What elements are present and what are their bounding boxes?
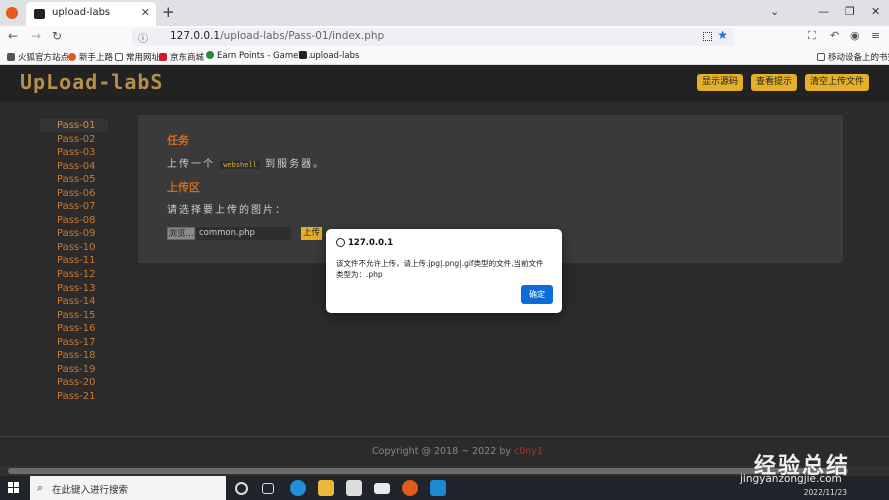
folder-icon: [115, 53, 123, 61]
sidebar-item-pass-11[interactable]: Pass-11: [40, 254, 108, 267]
minimize-icon[interactable]: —: [818, 5, 829, 18]
upload-labs-icon: [299, 51, 307, 59]
mobile-icon: [817, 53, 825, 61]
sidebar-item-pass-10[interactable]: Pass-10: [40, 241, 108, 254]
sidebar-item-pass-05[interactable]: Pass-05: [40, 173, 108, 186]
sidebar-item-pass-12[interactable]: Pass-12: [40, 268, 108, 281]
file-explorer-icon[interactable]: [318, 480, 334, 496]
address-bar[interactable]: ⓘ 127.0.0.1/upload-labs/Pass-01/index.ph…: [132, 28, 734, 46]
sidebar-item-pass-19[interactable]: Pass-19: [40, 363, 108, 376]
taskbar-date: 2022/11/23: [803, 488, 847, 497]
edge-icon[interactable]: [290, 480, 306, 496]
tab-favicon-icon: [34, 9, 45, 19]
browse-button[interactable]: 浏览...: [167, 227, 195, 240]
mail-icon[interactable]: [374, 483, 390, 494]
dialog-message: 该文件不允许上传，请上传.jpg|.png|.gif类型的文件,当前文件类型为：…: [336, 259, 544, 279]
tab-list-chevron-icon[interactable]: ⌄: [770, 5, 779, 18]
show-source-button[interactable]: 显示源码: [697, 74, 744, 91]
tab-title: upload-labs: [52, 7, 111, 18]
task-description: 上传一个 webshell 到服务器。: [167, 159, 326, 170]
menu-icon[interactable]: ≡: [871, 29, 880, 42]
forward-icon[interactable]: →: [31, 29, 41, 43]
pycharm-icon[interactable]: [430, 480, 446, 496]
bookmark-item[interactable]: upload-labs: [299, 51, 359, 61]
sidebar-item-pass-01[interactable]: Pass-01: [40, 119, 108, 132]
watermark-url: jingyanzongjie.com: [740, 473, 842, 485]
tab-close-icon[interactable]: ✕: [141, 6, 150, 19]
cortana-icon[interactable]: [235, 482, 248, 495]
clear-uploads-button[interactable]: 清空上传文件: [805, 74, 870, 91]
footer-divider: [0, 436, 889, 437]
folder-icon: [7, 53, 15, 61]
footer-copyright: Copyright @ 2018 ~ 2022 by c0ny1: [372, 446, 543, 457]
gamet-icon: [206, 51, 214, 59]
sidebar-item-pass-17[interactable]: Pass-17: [40, 336, 108, 349]
browser-tab[interactable]: upload-labs ✕: [26, 2, 156, 26]
sidebar-item-pass-20[interactable]: Pass-20: [40, 376, 108, 389]
webshell-code: webshell: [220, 161, 260, 169]
windows-start-icon[interactable]: [8, 482, 20, 494]
qr-code-icon[interactable]: [703, 32, 712, 41]
alert-dialog: 127.0.0.1 该文件不允许上传，请上传.jpg|.png|.gif类型的文…: [326, 229, 562, 313]
bookmark-star-icon[interactable]: ★: [717, 28, 728, 42]
new-tab-button[interactable]: +: [162, 3, 175, 21]
search-icon: ⌕: [37, 481, 44, 494]
sidebar-item-pass-06[interactable]: Pass-06: [40, 187, 108, 200]
sidebar-item-pass-16[interactable]: Pass-16: [40, 322, 108, 335]
upload-heading: 上传区: [167, 181, 200, 194]
bookmark-item[interactable]: 新手上路: [68, 51, 113, 63]
history-back-icon[interactable]: ↶: [830, 29, 839, 42]
sidebar-item-pass-02[interactable]: Pass-02: [40, 133, 108, 146]
search-placeholder: 在此键入进行搜索: [52, 485, 129, 496]
selected-file-name[interactable]: common.php: [196, 227, 291, 240]
restore-icon[interactable]: ❐: [845, 5, 855, 18]
site-logo[interactable]: UpLoad-labS: [20, 70, 163, 94]
jd-icon: [159, 53, 167, 61]
navigation-bar: ← → ↻ ⓘ 127.0.0.1/upload-labs/Pass-01/in…: [0, 26, 889, 48]
mobile-bookmarks[interactable]: 移动设备上的书签: [817, 51, 889, 63]
bookmark-item[interactable]: 京东商城: [159, 51, 204, 63]
sidebar-item-pass-21[interactable]: Pass-21: [40, 390, 108, 403]
reload-icon[interactable]: ↻: [52, 29, 62, 43]
sidebar-item-pass-13[interactable]: Pass-13: [40, 282, 108, 295]
sidebar-item-pass-08[interactable]: Pass-08: [40, 214, 108, 227]
upload-button[interactable]: 上传: [301, 227, 322, 240]
account-icon[interactable]: ◉: [850, 29, 860, 42]
bookmarks-bar: 火狐官方站点 新手上路 常用网址 京东商城 Earn Points - Game…: [0, 48, 889, 65]
sidebar-item-pass-15[interactable]: Pass-15: [40, 309, 108, 322]
sidebar-item-pass-07[interactable]: Pass-07: [40, 200, 108, 213]
globe-icon: [336, 238, 345, 247]
sidebar-item-pass-04[interactable]: Pass-04: [40, 160, 108, 173]
footer-author-link[interactable]: c0ny1: [514, 446, 543, 457]
bookmark-item[interactable]: 常用网址: [115, 51, 160, 63]
bookmark-item[interactable]: Earn Points - GameT...: [206, 51, 311, 61]
back-icon[interactable]: ←: [8, 29, 18, 43]
bookmark-item[interactable]: 火狐官方站点: [7, 51, 69, 63]
url-text[interactable]: 127.0.0.1/upload-labs/Pass-01/index.php: [170, 30, 384, 42]
dialog-title: 127.0.0.1: [348, 238, 394, 248]
store-icon[interactable]: [346, 480, 362, 496]
dialog-ok-button[interactable]: 确定: [521, 285, 553, 304]
firefox-taskbar-icon[interactable]: [402, 480, 418, 496]
page-header: UpLoad-labS 显示源码 查看提示 清空上传文件: [0, 65, 889, 102]
browser-tab-strip: upload-labs ✕ + ⌄ — ❐ ✕: [0, 0, 889, 26]
extensions-icon[interactable]: ⛶: [808, 29, 816, 43]
scrollbar-thumb[interactable]: [8, 468, 848, 474]
sidebar-item-pass-09[interactable]: Pass-09: [40, 227, 108, 240]
firefox-view-icon[interactable]: [6, 7, 18, 19]
close-window-icon[interactable]: ✕: [871, 5, 880, 18]
site-info-icon[interactable]: ⓘ: [138, 30, 148, 45]
firefox-icon: [68, 53, 76, 61]
sidebar-item-pass-18[interactable]: Pass-18: [40, 349, 108, 362]
sidebar-item-pass-03[interactable]: Pass-03: [40, 146, 108, 159]
taskbar-search[interactable]: ⌕ 在此键入进行搜索: [30, 476, 226, 500]
view-hint-button[interactable]: 查看提示: [751, 74, 798, 91]
upload-prompt: 请选择要上传的图片：: [167, 205, 287, 216]
sidebar-item-pass-14[interactable]: Pass-14: [40, 295, 108, 308]
task-view-icon[interactable]: [262, 483, 274, 494]
task-heading: 任务: [167, 134, 189, 147]
